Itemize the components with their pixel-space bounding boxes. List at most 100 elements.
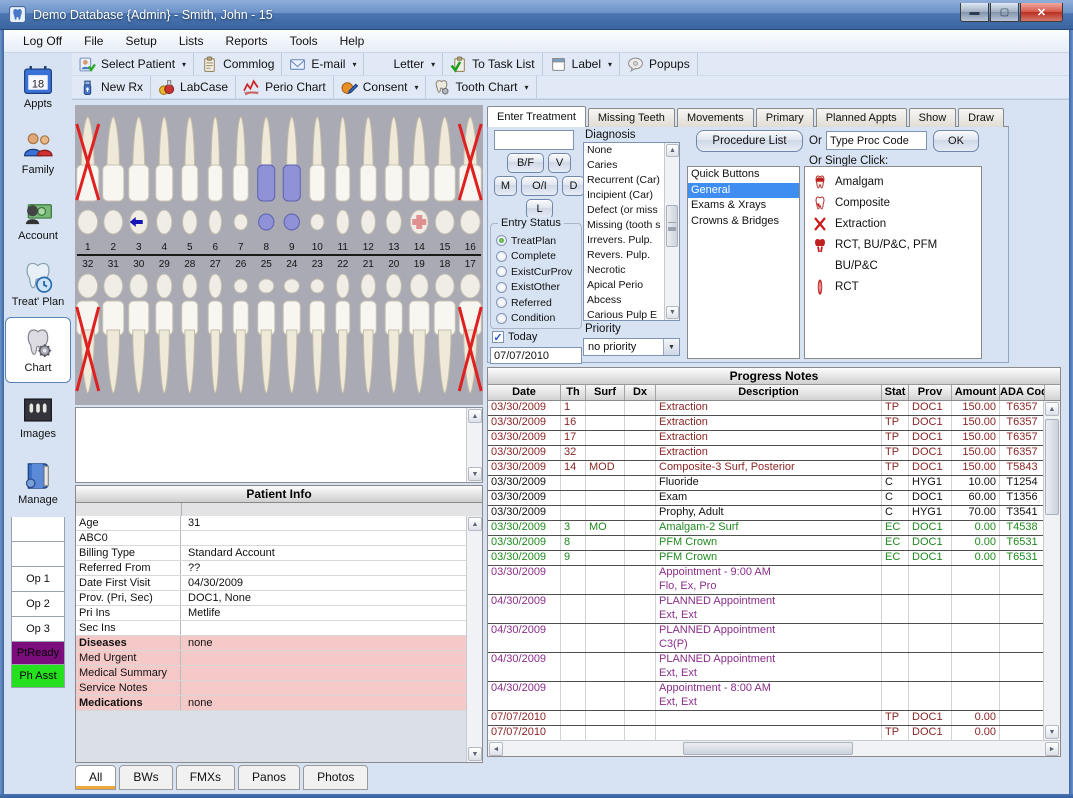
- scrollbar[interactable]: ▲ ▼: [1043, 401, 1060, 740]
- column-header[interactable]: Th: [561, 385, 586, 400]
- menu-item[interactable]: Setup: [114, 31, 167, 51]
- column-header[interactable]: ADA Code: [1000, 385, 1045, 400]
- single-click-item[interactable]: Amalgam: [805, 171, 981, 192]
- entry-status-option[interactable]: Complete: [491, 249, 581, 265]
- column-header[interactable]: Prov: [909, 385, 952, 400]
- diagnosis-item[interactable]: Apical Perio: [584, 278, 664, 293]
- operatory-cell[interactable]: Op 1: [11, 567, 65, 592]
- ok-button[interactable]: OK: [933, 130, 979, 152]
- priority-dropdown[interactable]: no priority ▼: [583, 338, 680, 356]
- menu-item[interactable]: Tools: [279, 31, 329, 51]
- chevron-down-icon[interactable]: ▾: [608, 60, 612, 69]
- single-click-item[interactable]: Extraction: [805, 213, 981, 234]
- image-tab[interactable]: FMXs: [176, 765, 235, 790]
- patient-info-row[interactable]: Diseases none: [76, 636, 466, 651]
- quick-buttons-category[interactable]: General: [688, 183, 799, 199]
- scroll-up-icon[interactable]: ▲: [468, 409, 482, 423]
- menu-item[interactable]: Lists: [168, 31, 215, 51]
- chevron-down-icon[interactable]: ▾: [414, 83, 418, 92]
- sidebar-module[interactable]: 18 Appts: [4, 53, 72, 119]
- progress-note-row[interactable]: 03/30/2009 Fluoride C HYG1 10.00 T1254: [488, 476, 1045, 491]
- diagnosis-item[interactable]: Necrotic: [584, 263, 664, 278]
- column-header[interactable]: Date: [488, 385, 561, 400]
- patient-info-row[interactable]: Medications none: [76, 696, 466, 711]
- toolbar-button[interactable]: Tooth Chart ▾: [426, 76, 536, 98]
- menu-item[interactable]: File: [73, 31, 114, 51]
- operatory-cell[interactable]: Ph Asst: [11, 665, 65, 688]
- chevron-down-icon[interactable]: ▾: [431, 60, 435, 69]
- progress-note-row[interactable]: 03/30/2009 8 PFM Crown EC DOC1 0.00 T653…: [488, 536, 1045, 551]
- scroll-down-icon[interactable]: ▼: [468, 467, 482, 481]
- progress-note-row[interactable]: 04/30/2009 PLANNED Appointment C3(P): [488, 624, 1045, 653]
- progress-note-row[interactable]: 04/30/2009 PLANNED Appointment Ext, Ext: [488, 595, 1045, 624]
- patient-info-row[interactable]: Pri Ins Metlife: [76, 606, 466, 621]
- patient-info-row[interactable]: Sec Ins: [76, 621, 466, 636]
- toolbar-button[interactable]: Letter ▾: [364, 53, 443, 75]
- scroll-thumb[interactable]: [666, 205, 678, 247]
- sidebar-module[interactable]: Images: [4, 383, 72, 449]
- progress-note-row[interactable]: 03/30/2009 32 Extraction TP DOC1 150.00 …: [488, 446, 1045, 461]
- diagnosis-item[interactable]: Recurrent (Car): [584, 173, 664, 188]
- diagnosis-item[interactable]: Incipient (Car): [584, 188, 664, 203]
- image-tab[interactable]: Panos: [238, 765, 300, 790]
- column-header[interactable]: Surf: [586, 385, 625, 400]
- entry-status-option[interactable]: Condition: [491, 311, 581, 327]
- progress-note-row[interactable]: 03/30/2009 Exam C DOC1 60.00 T1356: [488, 491, 1045, 506]
- scroll-down-icon[interactable]: ▼: [468, 747, 482, 761]
- scrollbar[interactable]: ▲ ▼: [466, 408, 482, 482]
- toolbar-button[interactable]: E-mail ▾: [282, 53, 364, 75]
- menu-item[interactable]: Reports: [215, 31, 279, 51]
- operatory-cell[interactable]: Op 2: [11, 592, 65, 617]
- minimize-button[interactable]: ▬: [960, 3, 989, 22]
- surface-button-oi[interactable]: O/I: [521, 176, 558, 196]
- progress-note-row[interactable]: 07/07/2010 TP DOC1 0.00: [488, 711, 1045, 726]
- scroll-up-icon[interactable]: ▲: [468, 517, 482, 531]
- diagnosis-item[interactable]: Carious Pulp E: [584, 308, 664, 321]
- surface-button-bf[interactable]: B/F: [507, 153, 544, 173]
- surface-button-d[interactable]: D: [562, 176, 585, 196]
- menu-item[interactable]: Help: [329, 31, 376, 51]
- progress-note-row[interactable]: 03/30/2009 Prophy, Adult C HYG1 70.00 T3…: [488, 506, 1045, 521]
- toolbar-button[interactable]: Perio Chart ▾: [236, 76, 334, 98]
- progress-note-row[interactable]: 04/30/2009 PLANNED Appointment Ext, Ext: [488, 653, 1045, 682]
- chart-tab[interactable]: Draw: [958, 108, 1004, 127]
- single-click-item[interactable]: Composite: [805, 192, 981, 213]
- progress-note-row[interactable]: 03/30/2009 16 Extraction TP DOC1 150.00 …: [488, 416, 1045, 431]
- chevron-down-icon[interactable]: ▾: [525, 83, 529, 92]
- patient-info-row[interactable]: Med Urgent: [76, 651, 466, 666]
- today-row[interactable]: ✓ Today: [492, 331, 537, 343]
- scroll-thumb[interactable]: [1045, 419, 1059, 515]
- chart-tab[interactable]: Movements: [677, 108, 754, 127]
- operatory-cell[interactable]: [11, 542, 65, 567]
- scroll-up-icon[interactable]: ▲: [1045, 402, 1059, 416]
- scroll-thumb[interactable]: [683, 742, 853, 755]
- chart-tab[interactable]: Missing Teeth: [588, 108, 675, 127]
- chevron-down-icon[interactable]: ▼: [663, 339, 679, 355]
- operatory-cell[interactable]: PtReady: [11, 642, 65, 665]
- toolbar-button[interactable]: To Task List ▾: [443, 53, 542, 75]
- diagnosis-item[interactable]: Missing (tooth s: [584, 218, 664, 233]
- quick-buttons-category[interactable]: Crowns & Bridges: [688, 214, 799, 230]
- procedure-date-input[interactable]: [490, 347, 582, 364]
- entry-status-option[interactable]: Referred: [491, 295, 581, 311]
- sidebar-module[interactable]: Manage: [4, 449, 72, 515]
- single-click-item[interactable]: RCT, BU/P&C, PFM: [805, 234, 981, 255]
- proc-code-input[interactable]: [826, 131, 927, 150]
- toolbar-button[interactable]: Label ▾: [543, 53, 620, 75]
- scrollbar-horizontal[interactable]: ◄ ►: [488, 740, 1060, 756]
- patient-info-row[interactable]: Age 31: [76, 516, 466, 531]
- operatory-cell[interactable]: [11, 517, 65, 542]
- toolbar-button[interactable]: Popups ▾: [620, 53, 698, 75]
- image-tab[interactable]: All: [75, 765, 116, 790]
- image-tab[interactable]: BWs: [119, 765, 172, 790]
- entry-status-option[interactable]: TreatPlan: [491, 233, 581, 249]
- patient-info-row[interactable]: Service Notes: [76, 681, 466, 696]
- column-header[interactable]: Stat: [882, 385, 909, 400]
- surface-button-l[interactable]: L: [526, 199, 553, 219]
- scroll-up-icon[interactable]: ▲: [666, 144, 679, 157]
- chart-tab[interactable]: Primary: [756, 108, 814, 127]
- progress-note-row[interactable]: 03/30/2009 14 MOD Composite-3 Surf, Post…: [488, 461, 1045, 476]
- chart-tab[interactable]: Show: [909, 108, 957, 127]
- patient-info-row[interactable]: Referred From ??: [76, 561, 466, 576]
- progress-note-row[interactable]: 03/30/2009 Appointment - 9:00 AM Flo, Ex…: [488, 566, 1045, 595]
